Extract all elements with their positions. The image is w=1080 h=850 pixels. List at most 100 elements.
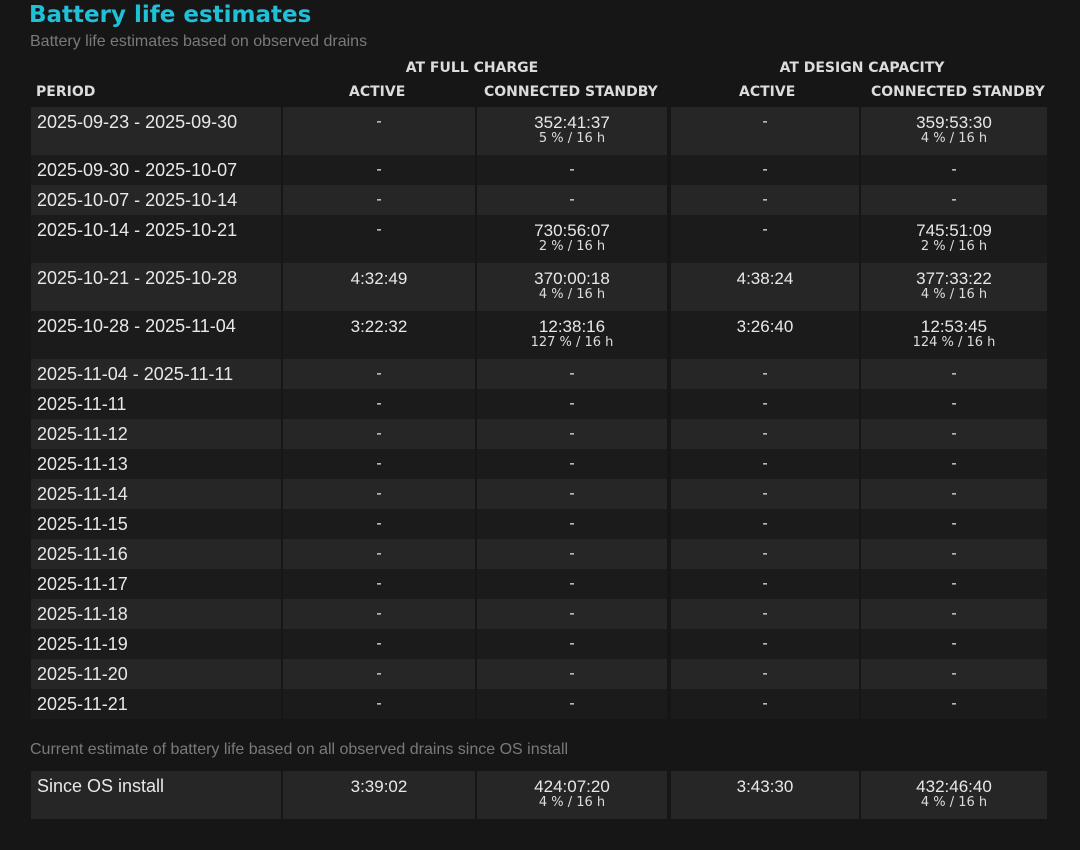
- estimate-value: 745:51:09: [916, 221, 992, 240]
- estimate-value: 730:56:07: [534, 221, 610, 240]
- empty-value: -: [376, 635, 382, 652]
- table-row: 2025-11-20 - - - -: [31, 659, 1047, 689]
- drain-rate: 124 % / 16 h: [912, 335, 996, 350]
- period-cell: 2025-10-28 - 2025-11-04: [31, 311, 283, 359]
- active-design-cell: -: [671, 509, 861, 539]
- standby-design-cell: 12:53:45 124 % / 16 h: [861, 311, 1047, 359]
- estimate-value: 3:39:02: [350, 777, 408, 796]
- table-row: 2025-11-11 - - - -: [31, 389, 1047, 419]
- active-full-cell: 3:39:02: [283, 771, 477, 819]
- period-cell: 2025-10-14 - 2025-10-21: [31, 215, 283, 263]
- empty-value: -: [762, 515, 768, 532]
- standby-design-cell: -: [861, 449, 1047, 479]
- empty-value: -: [376, 365, 382, 382]
- period-cell: 2025-11-11: [31, 389, 283, 419]
- since-install-table: Since OS install 3:39:02 424:07:20 4 % / 16…: [31, 771, 1047, 819]
- estimate-value: 432:46:40: [916, 777, 992, 796]
- empty-value: -: [951, 695, 957, 712]
- empty-value: -: [569, 365, 575, 382]
- table-row: 2025-11-18 - - - -: [31, 599, 1047, 629]
- empty-value: -: [762, 605, 768, 622]
- group-header-design-capacity: AT DESIGN CAPACITY: [779, 60, 945, 76]
- active-full-cell: -: [283, 107, 477, 155]
- active-full-cell: 3:22:32: [283, 311, 477, 359]
- empty-value: -: [951, 395, 957, 412]
- table-row: 2025-11-19 - - - -: [31, 629, 1047, 659]
- empty-value: -: [569, 605, 575, 622]
- period-cell: 2025-11-17: [31, 569, 283, 599]
- active-full-cell: -: [283, 215, 477, 263]
- standby-full-cell: -: [477, 479, 671, 509]
- active-design-cell: -: [671, 419, 861, 449]
- active-full-cell: -: [283, 539, 477, 569]
- empty-value: -: [569, 455, 575, 472]
- period-cell: 2025-09-30 - 2025-10-07: [31, 155, 283, 185]
- empty-value: -: [951, 485, 957, 502]
- table-row: Since OS install 3:39:02 424:07:20 4 % / 16…: [31, 771, 1047, 819]
- active-design-cell: -: [671, 599, 861, 629]
- table-row: 2025-11-17 - - - -: [31, 569, 1047, 599]
- standby-full-cell: -: [477, 185, 671, 215]
- standby-full-cell: 730:56:07 2 % / 16 h: [477, 215, 671, 263]
- empty-value: -: [951, 425, 957, 442]
- period-cell: 2025-11-16: [31, 539, 283, 569]
- empty-value: -: [376, 485, 382, 502]
- empty-value: -: [762, 635, 768, 652]
- active-design-cell: -: [671, 449, 861, 479]
- estimate-value: 370:00:18: [534, 269, 610, 288]
- estimate-value: 377:33:22: [916, 269, 992, 288]
- empty-value: -: [762, 113, 768, 130]
- period-cell: 2025-11-13: [31, 449, 283, 479]
- empty-value: -: [951, 635, 957, 652]
- column-header-active-full: ACTIVE: [349, 84, 406, 100]
- standby-design-cell: -: [861, 659, 1047, 689]
- empty-value: -: [951, 191, 957, 208]
- empty-value: -: [569, 161, 575, 178]
- period-cell: 2025-11-21: [31, 689, 283, 719]
- empty-value: -: [951, 455, 957, 472]
- estimates-table-body: 2025-09-23 - 2025-09-30 - 352:41:37 5 % / 1…: [31, 107, 1047, 719]
- empty-value: -: [951, 575, 957, 592]
- table-row: 2025-11-21 - - - -: [31, 689, 1047, 719]
- active-design-cell: -: [671, 107, 861, 155]
- empty-value: -: [762, 455, 768, 472]
- standby-design-cell: -: [861, 155, 1047, 185]
- estimate-value: 359:53:30: [916, 113, 992, 132]
- empty-value: -: [569, 395, 575, 412]
- empty-value: -: [569, 695, 575, 712]
- since-install-note: Current estimate of battery life based o…: [30, 741, 569, 758]
- table-row: 2025-10-14 - 2025-10-21 - 730:56:07 2 % / 1…: [31, 215, 1047, 263]
- drain-rate: 2 % / 16 h: [538, 239, 606, 254]
- active-full-cell: -: [283, 659, 477, 689]
- empty-value: -: [762, 221, 768, 238]
- empty-value: -: [569, 635, 575, 652]
- active-design-cell: 4:38:24: [671, 263, 861, 311]
- standby-design-cell: -: [861, 419, 1047, 449]
- table-row: 2025-11-16 - - - -: [31, 539, 1047, 569]
- since-install-table-body: Since OS install 3:39:02 424:07:20 4 % / 16…: [31, 771, 1047, 819]
- active-full-cell: 4:32:49: [283, 263, 477, 311]
- empty-value: -: [951, 161, 957, 178]
- standby-full-cell: -: [477, 359, 671, 389]
- empty-value: -: [376, 425, 382, 442]
- period-cell: 2025-11-04 - 2025-11-11: [31, 359, 283, 389]
- column-header-active-design: ACTIVE: [739, 84, 796, 100]
- drain-rate: 127 % / 16 h: [530, 335, 614, 350]
- standby-design-cell: -: [861, 569, 1047, 599]
- drain-rate: 4 % / 16 h: [538, 287, 606, 302]
- period-cell: 2025-09-23 - 2025-09-30: [31, 107, 283, 155]
- period-cell: 2025-11-14: [31, 479, 283, 509]
- table-row: 2025-11-12 - - - -: [31, 419, 1047, 449]
- standby-full-cell: -: [477, 419, 671, 449]
- empty-value: -: [376, 605, 382, 622]
- standby-full-cell: -: [477, 389, 671, 419]
- empty-value: -: [376, 161, 382, 178]
- active-full-cell: -: [283, 569, 477, 599]
- empty-value: -: [376, 221, 382, 238]
- standby-full-cell: 12:38:16 127 % / 16 h: [477, 311, 671, 359]
- drain-rate: 4 % / 16 h: [920, 795, 988, 810]
- table-row: 2025-10-28 - 2025-11-04 3:22:32 12:38:16 12…: [31, 311, 1047, 359]
- empty-value: -: [951, 665, 957, 682]
- active-design-cell: 3:43:30: [671, 771, 861, 819]
- empty-value: -: [762, 575, 768, 592]
